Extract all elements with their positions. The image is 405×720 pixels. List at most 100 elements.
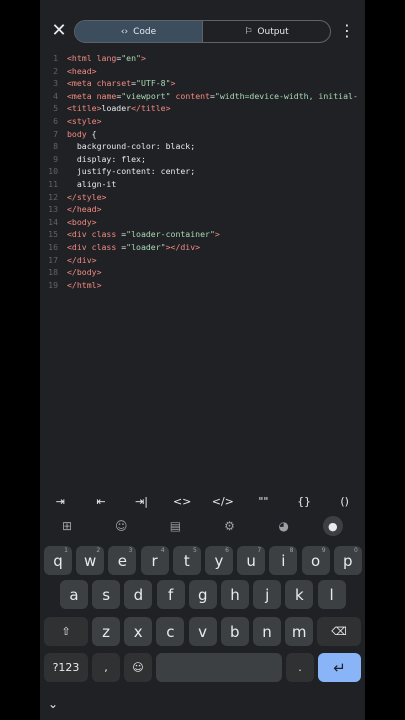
- comma-key[interactable]: ,: [92, 653, 120, 682]
- sticker-icon[interactable]: ☺: [106, 519, 136, 533]
- key-u[interactable]: u7: [237, 546, 266, 575]
- code-text: <style>: [67, 115, 102, 128]
- code-token: </head>: [67, 204, 102, 215]
- key-p[interactable]: p0: [333, 546, 362, 575]
- code-line[interactable]: 6 <style>: [40, 115, 365, 128]
- code-token: <div: [67, 242, 87, 252]
- key-label: r: [151, 551, 158, 570]
- tab-code[interactable]: ‹› Code: [75, 21, 202, 42]
- code-line[interactable]: 3 <meta charset="UTF-8">: [40, 77, 365, 90]
- code-line[interactable]: 14 <body>: [40, 216, 365, 229]
- key-label: a: [69, 585, 79, 604]
- key-w[interactable]: w2: [76, 546, 105, 575]
- code-token: {: [86, 128, 97, 139]
- symbol-key[interactable]: ⇤: [81, 495, 121, 508]
- code-token: >: [170, 78, 176, 89]
- code-text: background-color: black;: [67, 140, 195, 153]
- code-token: "width=device-width, initial-: [214, 90, 358, 101]
- code-line[interactable]: 13 </head>: [40, 203, 365, 216]
- code-line[interactable]: 19 </html>: [40, 279, 365, 292]
- code-line[interactable]: 7 body {: [40, 128, 365, 141]
- key-q[interactable]: q1: [44, 546, 72, 575]
- more-vert-icon[interactable]: ⋮: [339, 20, 355, 42]
- key-f[interactable]: f: [156, 580, 185, 609]
- key-g[interactable]: g: [188, 580, 217, 609]
- key-l[interactable]: l: [317, 580, 346, 609]
- code-line[interactable]: 16 <div class ="loader"></div>: [40, 241, 365, 254]
- key-i[interactable]: i8: [269, 546, 298, 575]
- code-line[interactable]: 2 <head>: [40, 65, 365, 78]
- key-j[interactable]: j: [253, 580, 282, 609]
- close-icon[interactable]: ✕: [48, 20, 70, 42]
- key-label: d: [133, 585, 144, 604]
- code-line[interactable]: 18 </body>: [40, 266, 365, 279]
- symbol-key[interactable]: ⇥|: [122, 495, 162, 508]
- line-number: 9: [53, 153, 58, 164]
- line-number: 1: [53, 53, 58, 63]
- code-token: align-it: [67, 179, 117, 189]
- key-z[interactable]: z: [92, 617, 120, 646]
- mic-icon[interactable]: ●: [322, 516, 343, 536]
- grid-icon[interactable]: ⊞: [52, 519, 82, 533]
- code-token: <head>: [67, 65, 97, 76]
- clipboard-icon[interactable]: ▤: [160, 519, 190, 533]
- key-label: o: [311, 551, 321, 570]
- enter-key[interactable]: ↵: [318, 653, 361, 682]
- key-label: ⌫: [331, 625, 347, 638]
- soft-keyboard: ⊞ ☺ ▤ ⚙ ◕ ● q1w2e3r4t5y6u7i8o9p0 asdfghjk…: [40, 513, 365, 720]
- symbol-key[interactable]: (): [325, 495, 365, 508]
- code-editor[interactable]: 1 <html lang="en"> 2 <head> 3 <meta charset="…: [40, 50, 365, 490]
- key-r[interactable]: r4: [140, 546, 169, 575]
- key-m[interactable]: m: [285, 617, 314, 646]
- key-o[interactable]: o9: [301, 546, 330, 575]
- code-line[interactable]: 5 <title>loader</title>: [40, 102, 365, 115]
- code-line[interactable]: 15 <div class ="loader-container">: [40, 228, 365, 241]
- code-line[interactable]: 12 </style>: [40, 191, 365, 204]
- key-h[interactable]: h: [221, 580, 249, 609]
- key-k[interactable]: k: [285, 580, 314, 609]
- code-token: ></div>: [165, 242, 201, 252]
- code-line[interactable]: 10 justify-content: center;: [40, 165, 365, 178]
- code-line[interactable]: 8 background-color: black;: [40, 140, 365, 153]
- key-x[interactable]: x: [124, 617, 153, 646]
- code-line[interactable]: 1 <html lang="en">: [40, 52, 365, 65]
- settings-icon[interactable]: ⚙: [215, 519, 245, 533]
- key-label: i: [281, 551, 286, 570]
- code-line[interactable]: 11 align-it: [40, 178, 365, 191]
- symbol-key[interactable]: "": [243, 495, 283, 508]
- key-t[interactable]: t5: [172, 546, 201, 575]
- palette-icon[interactable]: ◕: [269, 519, 299, 533]
- space-key[interactable]: [156, 653, 282, 682]
- shift-key[interactable]: ⇧: [44, 617, 88, 646]
- key-label: p: [343, 551, 353, 570]
- code-token: >: [214, 229, 220, 240]
- chevron-down-icon[interactable]: ⌄: [48, 697, 58, 711]
- line-number: 18: [48, 267, 58, 278]
- symbol-key[interactable]: ⇥: [40, 495, 80, 508]
- key-b[interactable]: b: [220, 617, 249, 646]
- key-n[interactable]: n: [253, 617, 281, 646]
- code-line[interactable]: 9 display: flex;: [40, 153, 365, 166]
- symbol-key[interactable]: {}: [284, 495, 324, 508]
- key-y[interactable]: y6: [205, 546, 233, 575]
- key-d[interactable]: d: [124, 580, 153, 609]
- key-label: h: [230, 585, 240, 604]
- emoji-key[interactable]: ☺: [124, 653, 152, 682]
- key-e[interactable]: e3: [108, 546, 137, 575]
- key-s[interactable]: s: [92, 580, 121, 609]
- line-number: 7: [53, 128, 58, 139]
- symbols-key[interactable]: ?123: [44, 653, 88, 682]
- backspace-key[interactable]: ⌫: [317, 617, 361, 646]
- code-line[interactable]: 17 </div>: [40, 254, 365, 267]
- key-c[interactable]: c: [156, 617, 185, 646]
- period-key[interactable]: .: [286, 653, 314, 682]
- app-window: ✕ ‹› Code ⚐ Output ⋮ 1 <html lang="en"> 2 <…: [40, 0, 365, 720]
- symbol-key[interactable]: </>: [203, 495, 243, 508]
- code-token: </style>: [67, 191, 107, 202]
- symbol-key[interactable]: <>: [162, 495, 202, 508]
- tab-output[interactable]: ⚐ Output: [202, 21, 330, 42]
- key-a[interactable]: a: [60, 580, 88, 609]
- code-line[interactable]: 4 <meta name="viewport" content="width=de…: [40, 90, 365, 103]
- code-text: <meta charset="UTF-8">: [67, 77, 175, 90]
- key-v[interactable]: v: [188, 617, 217, 646]
